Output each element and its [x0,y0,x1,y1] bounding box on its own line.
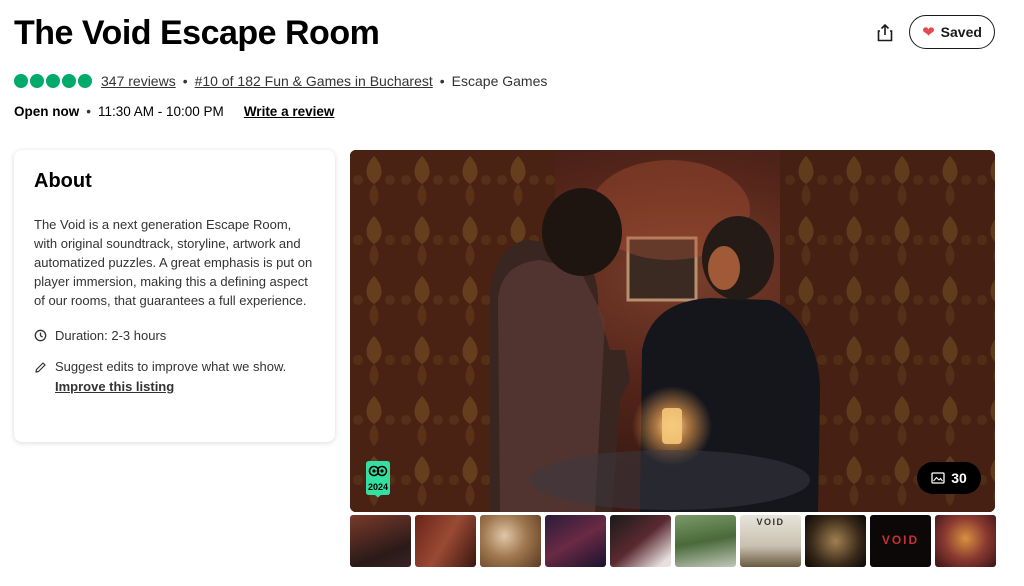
photo-count-button[interactable]: 30 [917,462,981,494]
main-photo[interactable]: 2024 30 [350,150,995,512]
rating-bubble [62,74,76,88]
reviews-link[interactable]: 347 reviews [101,73,176,89]
duration-row: Duration: 2-3 hours [34,328,315,343]
separator-dot: • [86,104,91,119]
share-icon [877,24,893,42]
photo-thumbnail[interactable] [545,515,606,567]
photo-thumbnail[interactable] [610,515,671,567]
saved-button[interactable]: ❤ Saved [909,15,995,49]
ranking-link[interactable]: #10 of 182 Fun & Games in Bucharest [195,73,433,89]
suggest-block: Suggest edits to improve what we show. I… [55,357,286,397]
photo-thumbnail[interactable] [480,515,541,567]
thumbnail-strip: VOID VOID [350,515,996,567]
improve-listing-link[interactable]: Improve this listing [55,377,286,397]
duration-text: Duration: 2-3 hours [55,328,167,343]
owl-icon: 2024 [366,461,390,498]
about-title: About [34,170,92,192]
category-text: Escape Games [451,73,548,89]
saved-label: Saved [940,24,982,40]
photo-thumbnail[interactable] [935,515,996,567]
pencil-icon [35,362,46,373]
clock-icon [34,329,47,342]
rating-row: 347 reviews • #10 of 182 Fun & Games in … [14,73,547,89]
rating-bubbles [14,74,92,88]
share-button[interactable] [872,20,898,46]
rating-bubble [14,74,28,88]
separator-dot: • [439,73,445,89]
badge-year: 2024 [368,482,388,492]
photo-thumbnail[interactable]: VOID [870,515,931,567]
suggest-edits-row: Suggest edits to improve what we show. I… [34,357,315,397]
photo-thumbnail[interactable]: VOID [740,515,801,567]
separator-dot: • [182,73,188,89]
photo-thumbnail[interactable] [805,515,866,567]
opening-hours: 11:30 AM - 10:00 PM [97,104,224,119]
image-icon [931,472,945,484]
heart-icon: ❤ [922,23,935,41]
escape-room-photo [350,150,995,512]
travelers-choice-badge: 2024 [363,460,393,498]
about-description: The Void is a next generation Escape Roo… [34,217,313,308]
open-status: Open now [14,104,80,119]
photo-thumbnail[interactable] [350,515,411,567]
rating-bubble [78,74,92,88]
hours-row: Open now • 11:30 AM - 10:00 PM Write a r… [14,104,334,119]
photo-count: 30 [951,470,967,486]
page-title: The Void Escape Room [14,14,380,52]
thumbnail-void-text: VOID [756,517,785,527]
photo-thumbnail[interactable] [675,515,736,567]
thumbnail-void-text: VOID [881,533,920,547]
photo-thumbnail[interactable] [415,515,476,567]
rating-bubble [46,74,60,88]
write-review-link[interactable]: Write a review [244,104,335,119]
suggest-text: Suggest edits to improve what we show. [55,359,287,374]
rating-bubble [30,74,44,88]
about-card: About The Void is a next generation Esca… [14,150,335,442]
